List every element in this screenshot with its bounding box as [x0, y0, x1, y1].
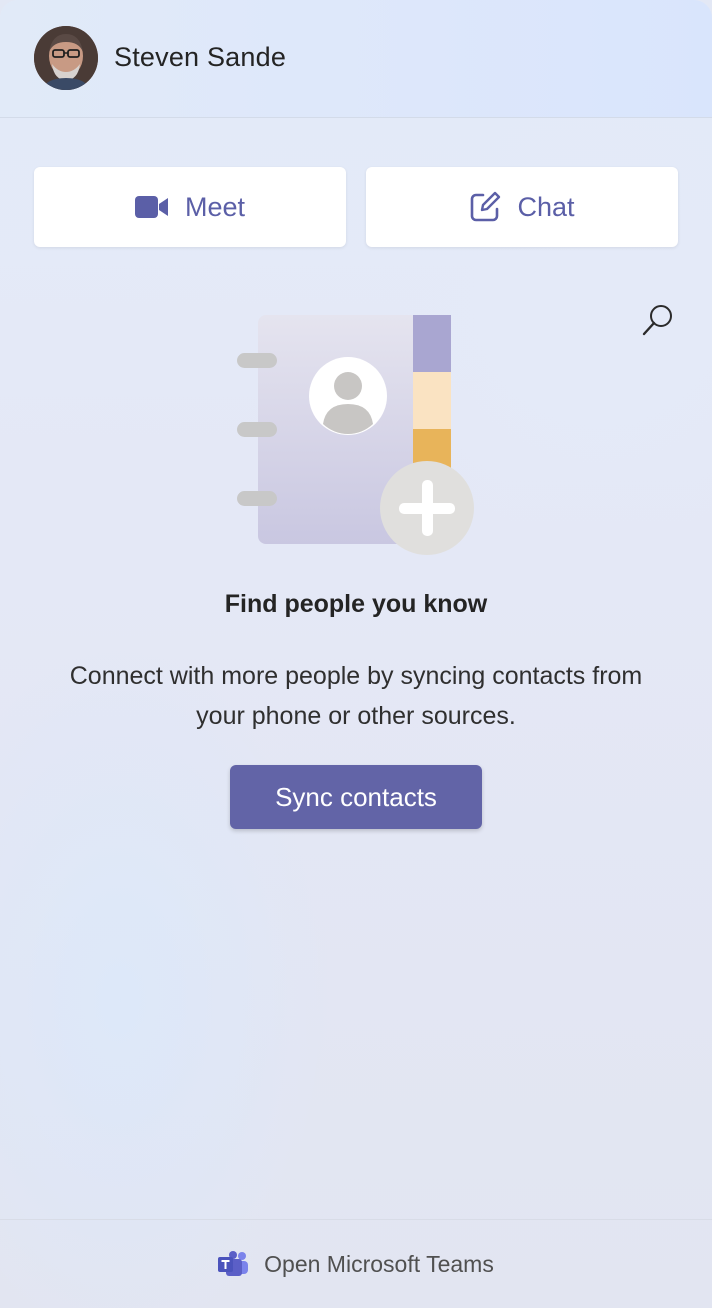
avatar[interactable] — [34, 26, 98, 90]
chat-button[interactable]: Chat — [366, 167, 678, 247]
meet-button[interactable]: Meet — [34, 167, 346, 247]
chat-button-label: Chat — [517, 191, 575, 222]
sync-contacts-button[interactable]: Sync contacts — [230, 765, 482, 829]
video-camera-icon — [134, 196, 168, 218]
meet-button-label: Meet — [184, 191, 246, 222]
contact-book-add-illustration — [237, 315, 474, 555]
open-teams-link[interactable]: Open Microsoft Teams — [0, 1219, 712, 1308]
open-teams-label: Open Microsoft Teams — [264, 1250, 494, 1277]
search-icon — [642, 305, 672, 336]
microsoft-teams-icon — [218, 1251, 249, 1276]
empty-state-description: Connect with more people by syncing cont… — [69, 662, 643, 730]
empty-state-title: Find people you know — [224, 590, 488, 618]
user-name: Steven Sande — [114, 42, 287, 72]
chat-flyout-panel: Steven Sande Meet Chat Find people you k… — [0, 0, 712, 1308]
compose-icon — [471, 191, 501, 222]
contact-book-illustration — [230, 310, 480, 560]
user-avatar-icon — [34, 26, 98, 90]
search-button[interactable] — [640, 302, 676, 338]
header: Steven Sande — [0, 0, 712, 118]
